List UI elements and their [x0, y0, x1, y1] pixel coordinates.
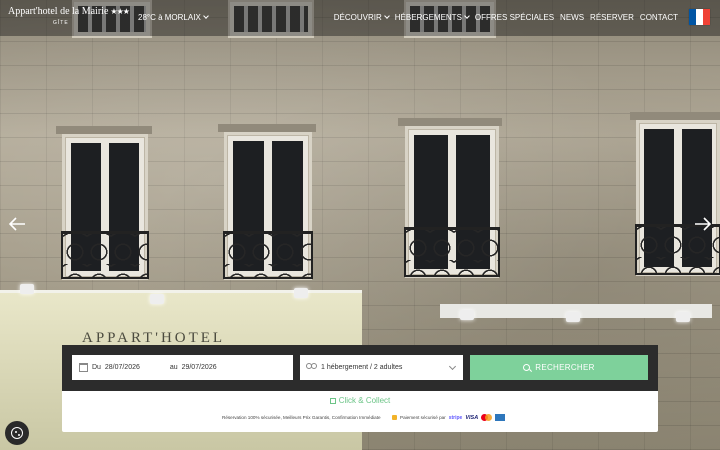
nav-item-contact[interactable]: CONTACT	[640, 13, 678, 22]
cookie-settings-icon[interactable]	[5, 421, 29, 445]
lock-icon	[392, 415, 397, 420]
nav-item-hebergements[interactable]: HÉBERGEMENTS	[394, 13, 470, 22]
guests-value: 1 hébergement / 2 adultes	[321, 364, 403, 371]
top-navigation-bar: Appart'hotel de la Mairie ★★★ GÎTE 28°C à…	[0, 0, 720, 36]
main-menu: DÉCOUVRIR HÉBERGEMENTS OFFRES SPÉCIALES …	[334, 13, 678, 22]
search-icon	[523, 364, 531, 371]
weather-widget[interactable]: 28°C à MORLAIX	[138, 13, 209, 22]
secure-payment-text: Paiement sécurisé par	[400, 415, 446, 420]
lamp	[20, 284, 34, 294]
window	[404, 126, 500, 278]
people-icon	[306, 363, 317, 372]
weather-text: 28°C à MORLAIX	[138, 13, 201, 22]
secure-payment: Paiement sécurisé par stripe VISA	[392, 414, 506, 421]
chevron-down-icon	[448, 362, 457, 371]
search-button[interactable]: RECHERCHER	[470, 355, 648, 380]
date-range-picker[interactable]: Du 28/07/2026 au 29/07/2026	[72, 355, 293, 380]
arrow-left-icon[interactable]	[8, 216, 26, 232]
chevron-down-icon	[202, 13, 209, 19]
brand-name: Appart'hotel de la Mairie	[8, 6, 109, 17]
booking-panel: Du 28/07/2026 au 29/07/2026 1 hébergemen…	[62, 345, 658, 432]
french-flag-icon[interactable]	[689, 9, 710, 25]
calendar-icon	[79, 363, 88, 372]
nav-label: HÉBERGEMENTS	[394, 13, 462, 22]
mastercard-icon	[481, 414, 493, 421]
chevron-down-icon	[383, 13, 390, 19]
from-date: 28/07/2026	[104, 364, 140, 371]
nav-item-offres-speciales[interactable]: OFFRES SPÉCIALES	[475, 13, 554, 22]
lamp	[460, 310, 474, 320]
click-collect-label: Click & Collect	[338, 396, 391, 405]
bag-icon	[329, 398, 336, 404]
click-collect-link[interactable]: Click & Collect	[62, 396, 658, 405]
booking-footer: Click & Collect Réservation 100% sécuris…	[62, 391, 658, 432]
brand-logo[interactable]: Appart'hotel de la Mairie ★★★	[8, 6, 130, 17]
stripe-logo: stripe	[448, 414, 463, 421]
search-label: RECHERCHER	[535, 363, 595, 372]
nav-item-decouvrir[interactable]: DÉCOUVRIR	[333, 13, 390, 22]
amex-icon	[495, 414, 506, 421]
arrow-right-icon[interactable]	[694, 216, 712, 232]
from-prefix: Du	[92, 364, 101, 371]
lamp	[566, 312, 580, 322]
nav-label: DÉCOUVRIR	[333, 13, 382, 22]
window	[223, 132, 313, 280]
to-date: 29/07/2026	[181, 364, 217, 371]
booking-search-bar: Du 28/07/2026 au 29/07/2026 1 hébergemen…	[62, 345, 658, 391]
visa-logo: VISA	[465, 414, 479, 421]
nav-item-reserver[interactable]: RÉSERVER	[590, 13, 634, 22]
to-prefix: au	[169, 364, 178, 371]
window	[635, 120, 720, 276]
nav-item-news[interactable]: NEWS	[560, 13, 584, 22]
assurance-text: Réservation 100% sécurisée, Meilleurs Pr…	[222, 415, 381, 420]
guests-selector[interactable]: 1 hébergement / 2 adultes	[300, 355, 463, 380]
chevron-down-icon	[464, 13, 470, 19]
lamp	[294, 288, 308, 298]
brand-subtitle: GÎTE	[53, 20, 69, 26]
window	[61, 134, 149, 280]
lamp	[676, 312, 690, 322]
lamp	[150, 294, 164, 304]
brand-stars: ★★★	[110, 7, 129, 16]
